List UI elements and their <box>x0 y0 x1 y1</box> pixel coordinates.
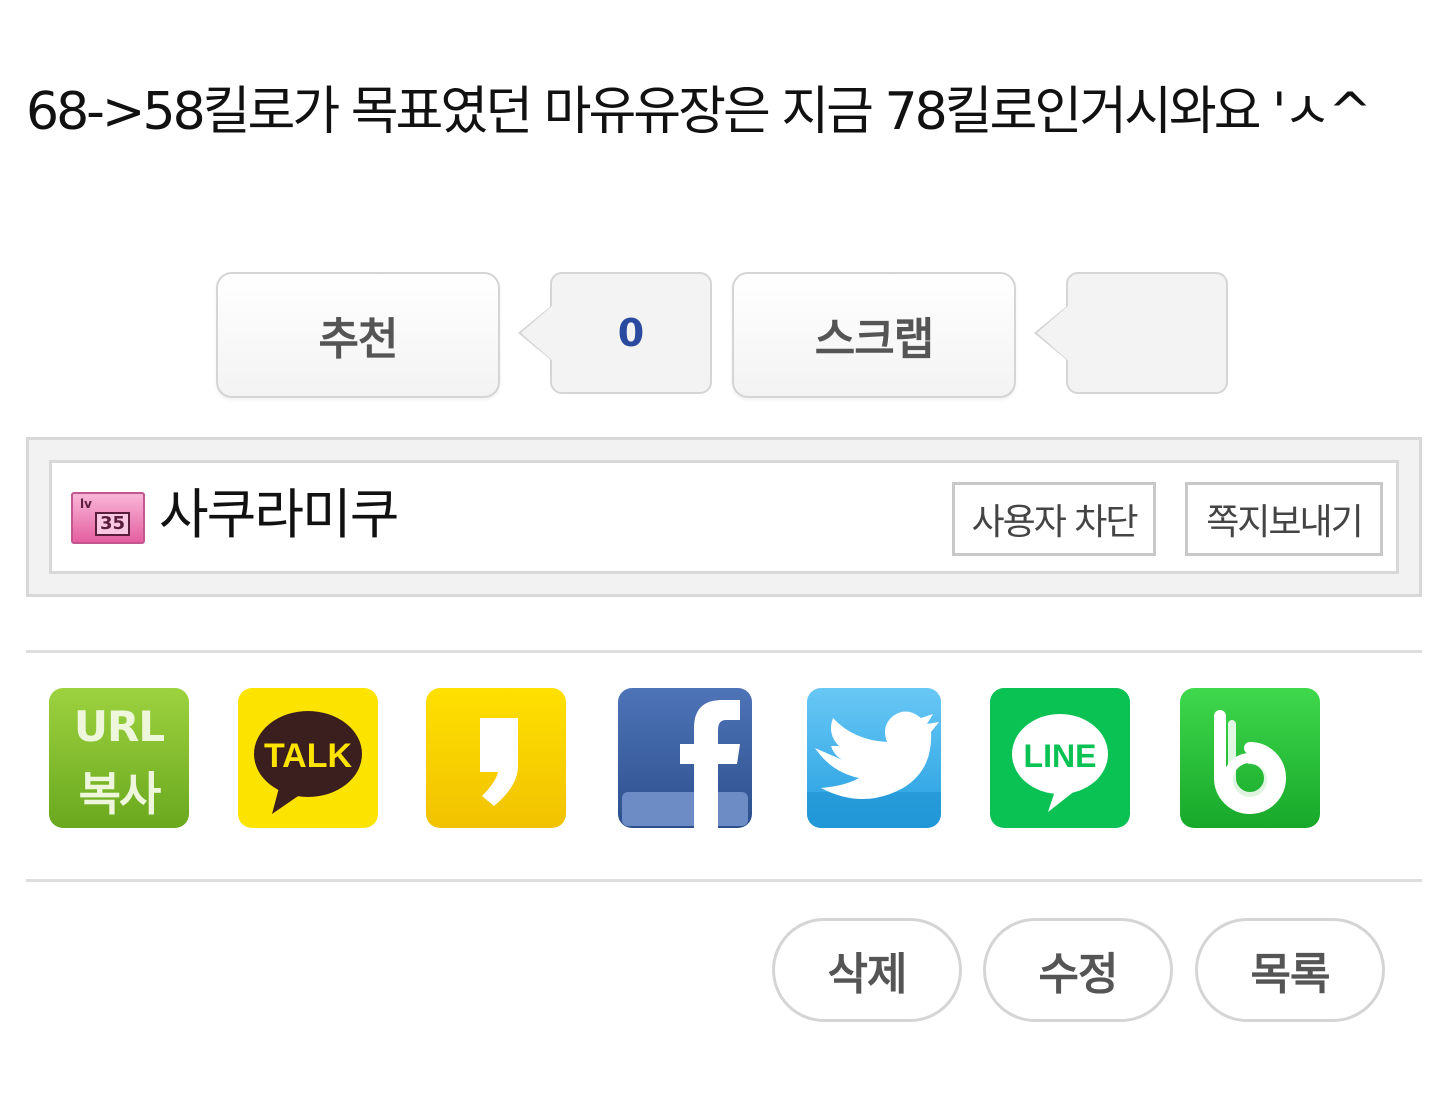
kakaostory-share-button[interactable] <box>426 688 566 828</box>
recommend-count: 0 <box>550 272 712 394</box>
author-panel: lv 35 사쿠라미쿠 사용자 차단 쪽지보내기 <box>49 460 1399 574</box>
divider-top <box>26 650 1422 653</box>
scrap-count <box>1066 272 1228 394</box>
list-button[interactable]: 목록 <box>1195 918 1385 1022</box>
line-text: LINE <box>1024 738 1097 774</box>
share-row: URL 복사 TALK LINE <box>0 688 1440 830</box>
delete-button[interactable]: 삭제 <box>772 918 962 1022</box>
author-name[interactable]: 사쿠라미쿠 <box>159 483 399 547</box>
level-badge-icon: lv 35 <box>71 492 145 544</box>
edit-button[interactable]: 수정 <box>983 918 1173 1022</box>
line-icon: LINE <box>1012 714 1108 812</box>
band-share-button[interactable] <box>1180 688 1320 828</box>
twitter-share-button[interactable] <box>807 688 941 828</box>
twitter-icon <box>807 711 941 828</box>
kakaotalk-text: TALK <box>264 737 353 775</box>
post-body-text: 68->58킬로가 목표였던 마유유장은 지금 78킬로인거시와요 'ㅅ^ <box>26 82 1372 142</box>
facebook-share-button[interactable] <box>618 688 752 828</box>
url-copy-line2: 복사 <box>78 767 162 821</box>
author-box: lv 35 사쿠라미쿠 사용자 차단 쪽지보내기 <box>26 437 1422 597</box>
scrap-button[interactable]: 스크랩 <box>732 272 1016 398</box>
kakaostory-icon <box>480 718 518 806</box>
kakaotalk-share-button[interactable]: TALK <box>238 688 378 828</box>
level-number: 35 <box>95 512 131 536</box>
facebook-icon <box>622 700 748 828</box>
block-user-button[interactable]: 사용자 차단 <box>952 482 1156 556</box>
url-copy-button[interactable]: URL 복사 <box>49 688 189 828</box>
url-copy-line1: URL <box>73 702 165 751</box>
band-icon <box>1214 710 1286 814</box>
send-message-button[interactable]: 쪽지보내기 <box>1185 482 1383 556</box>
vote-row: 추천 0 스크랩 <box>0 272 1440 402</box>
line-share-button[interactable]: LINE <box>990 688 1130 828</box>
recommend-button[interactable]: 추천 <box>216 272 500 398</box>
kakaotalk-icon: TALK <box>254 711 362 814</box>
level-prefix: lv <box>80 497 92 511</box>
divider-bottom <box>26 879 1422 882</box>
